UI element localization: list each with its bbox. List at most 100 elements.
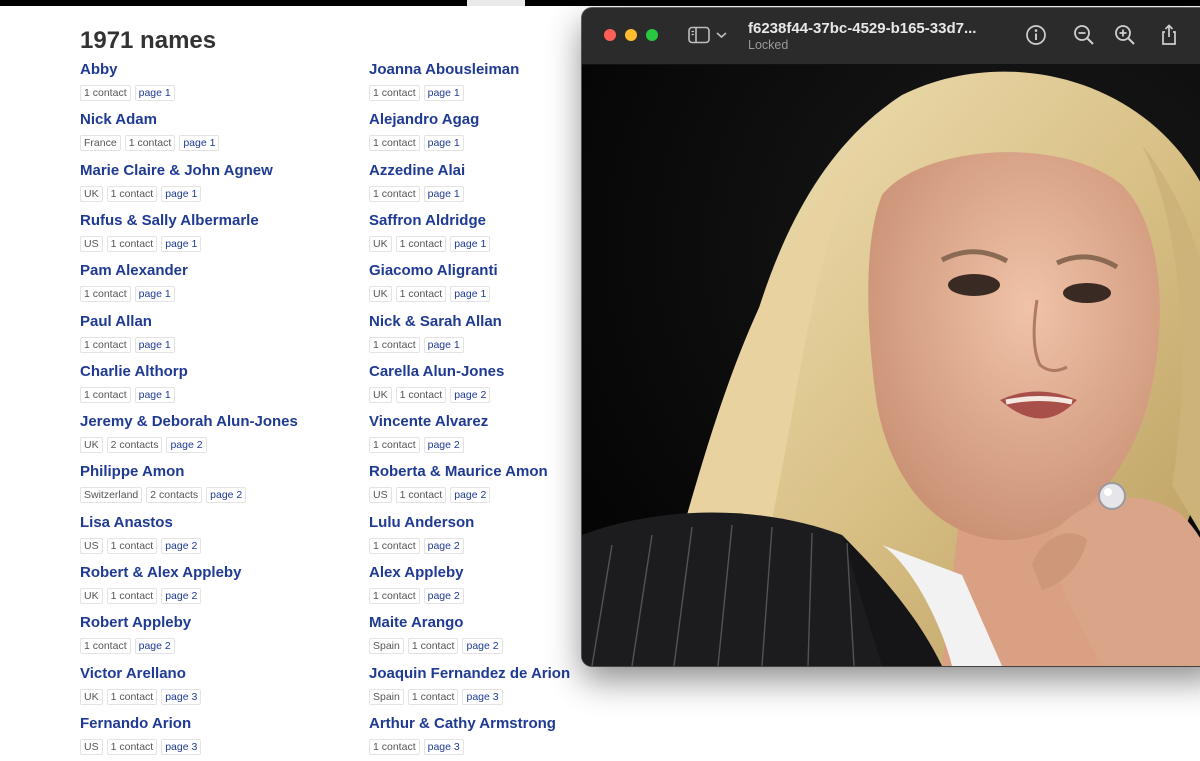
tag-row: UK 1 contact page 1 bbox=[369, 284, 498, 303]
list-item: Lulu Anderson 1 contact page 2 bbox=[369, 514, 474, 554]
list-item: Charlie Althorp 1 contact page 1 bbox=[80, 363, 188, 403]
contact-count-tag: 1 contact bbox=[80, 85, 131, 101]
contact-name-link[interactable]: Abby bbox=[80, 61, 179, 79]
page-tag[interactable]: page 2 bbox=[423, 588, 464, 604]
contact-count-tag: 1 contact bbox=[395, 286, 447, 303]
page-tag[interactable]: page 3 bbox=[161, 738, 202, 755]
contact-name-link[interactable]: Roberta & Maurice Amon bbox=[369, 463, 548, 481]
preview-window[interactable]: f6238f44-37bc-4529-b165-33d7... Locked bbox=[582, 8, 1200, 666]
list-item: Saffron Aldridge UK 1 contact page 1 bbox=[369, 212, 494, 252]
page-tag[interactable]: page 2 bbox=[462, 638, 503, 655]
page-tag[interactable]: page 1 bbox=[134, 386, 175, 403]
contact-name-link[interactable]: Lulu Anderson bbox=[369, 514, 474, 532]
contact-name-link[interactable]: Carella Alun-Jones bbox=[369, 363, 504, 381]
zoom-out-icon[interactable] bbox=[1072, 23, 1096, 47]
contact-name-link[interactable]: Pam Alexander bbox=[80, 262, 188, 280]
document-title[interactable]: f6238f44-37bc-4529-b165-33d7... bbox=[748, 20, 1008, 37]
contact-name-link[interactable]: Alex Appleby bbox=[369, 564, 468, 582]
contact-name-link[interactable]: Robert Appleby bbox=[80, 614, 191, 632]
contact-count-tag: 1 contact bbox=[395, 235, 447, 252]
preview-titlebar[interactable]: f6238f44-37bc-4529-b165-33d7... Locked bbox=[582, 8, 1200, 65]
contact-name-link[interactable]: Victor Arellano bbox=[80, 665, 205, 683]
list-item: Abby 1 contact page 1 bbox=[80, 61, 179, 101]
page-tag[interactable]: page 1 bbox=[423, 135, 464, 152]
contact-name-link[interactable]: Alejandro Agag bbox=[369, 111, 479, 129]
close-window-button[interactable] bbox=[604, 29, 616, 41]
tag-row: 1 contact page 1 bbox=[80, 83, 179, 101]
contact-name-link[interactable]: Nick Adam bbox=[80, 111, 223, 129]
contact-count-tag: 1 contact bbox=[369, 85, 420, 101]
page-tag[interactable]: page 2 bbox=[161, 537, 202, 554]
maximize-window-button[interactable] bbox=[646, 29, 658, 41]
page-tag[interactable]: page 1 bbox=[450, 235, 491, 252]
sidebar-toggle-button[interactable] bbox=[688, 24, 734, 46]
page-tag[interactable]: page 1 bbox=[423, 336, 464, 353]
page-tag[interactable]: page 2 bbox=[166, 437, 207, 454]
list-item: Nick & Sarah Allan 1 contact page 1 bbox=[369, 313, 502, 353]
contact-name-link[interactable]: Maite Arango bbox=[369, 614, 507, 632]
contact-name-link[interactable]: Jeremy & Deborah Alun-Jones bbox=[80, 413, 298, 431]
page-tag[interactable]: page 2 bbox=[423, 437, 464, 454]
tag-row: UK 2 contacts page 2 bbox=[80, 435, 298, 454]
contact-name-link[interactable]: Nick & Sarah Allan bbox=[369, 313, 502, 331]
tag-row: 1 contact page 2 bbox=[369, 586, 468, 604]
contact-name-link[interactable]: Lisa Anastos bbox=[80, 514, 205, 532]
info-icon[interactable] bbox=[1024, 23, 1048, 47]
chevron-down-icon bbox=[716, 31, 727, 39]
list-item: Rufus & Sally Albermarle US 1 contact page … bbox=[80, 212, 259, 252]
contact-count-tag: 1 contact bbox=[124, 135, 176, 152]
contact-name-link[interactable]: Robert & Alex Appleby bbox=[80, 564, 241, 582]
contact-name-link[interactable]: Giacomo Aligranti bbox=[369, 262, 498, 280]
contact-name-link[interactable]: Saffron Aldridge bbox=[369, 212, 494, 230]
list-item: Robert & Alex Appleby UK 1 contact page 2 bbox=[80, 564, 241, 604]
tag-row: US 1 contact page 2 bbox=[80, 536, 205, 554]
page-tag[interactable]: page 1 bbox=[134, 85, 175, 101]
list-item: Joanna Abousleiman 1 contact page 1 bbox=[369, 61, 519, 101]
contact-name-link[interactable]: Paul Allan bbox=[80, 313, 179, 331]
contact-name-link[interactable]: Arthur & Cathy Armstrong bbox=[369, 715, 556, 733]
contact-count-tag: 1 contact bbox=[369, 537, 420, 554]
contact-count-tag: 2 contacts bbox=[106, 437, 163, 454]
page-tag[interactable]: page 1 bbox=[134, 336, 175, 353]
contact-count-tag: 1 contact bbox=[80, 638, 131, 655]
page-tag[interactable]: page 3 bbox=[161, 688, 202, 705]
list-item: Fernando Arion US 1 contact page 3 bbox=[80, 715, 205, 755]
page-tag[interactable]: page 2 bbox=[161, 588, 202, 604]
contact-name-link[interactable]: Rufus & Sally Albermarle bbox=[80, 212, 259, 230]
page-tag[interactable]: page 1 bbox=[179, 135, 220, 152]
country-tag: France bbox=[80, 135, 121, 152]
list-item: Victor Arellano UK 1 contact page 3 bbox=[80, 665, 205, 705]
country-tag: Spain bbox=[369, 638, 404, 655]
list-item: Carella Alun-Jones UK 1 contact page 2 bbox=[369, 363, 504, 403]
page-tag[interactable]: page 2 bbox=[134, 638, 175, 655]
page-tag[interactable]: page 2 bbox=[450, 487, 491, 504]
tag-row: 1 contact page 1 bbox=[369, 133, 479, 152]
contact-name-link[interactable]: Marie Claire & John Agnew bbox=[80, 162, 273, 180]
page-tag[interactable]: page 3 bbox=[423, 738, 464, 755]
zoom-in-icon[interactable] bbox=[1113, 23, 1137, 47]
list-item: Lisa Anastos US 1 contact page 2 bbox=[80, 514, 205, 554]
page-tag[interactable]: page 2 bbox=[423, 537, 464, 554]
minimize-window-button[interactable] bbox=[625, 29, 637, 41]
page-tag[interactable]: page 1 bbox=[423, 85, 464, 101]
country-tag: UK bbox=[369, 286, 392, 303]
page-tag[interactable]: page 1 bbox=[161, 235, 202, 252]
contact-name-link[interactable]: Joanna Abousleiman bbox=[369, 61, 519, 79]
page-tag[interactable]: page 3 bbox=[462, 688, 503, 705]
list-item: Azzedine Alai 1 contact page 1 bbox=[369, 162, 468, 202]
tag-row: 1 contact page 2 bbox=[369, 435, 488, 454]
contact-name-link[interactable]: Fernando Arion bbox=[80, 715, 205, 733]
page-tag[interactable]: page 1 bbox=[134, 286, 175, 303]
contact-name-link[interactable]: Azzedine Alai bbox=[369, 162, 468, 180]
page-tag[interactable]: page 1 bbox=[450, 286, 491, 303]
list-item: Roberta & Maurice Amon US 1 contact page 2 bbox=[369, 463, 548, 504]
contact-name-link[interactable]: Joaquin Fernandez de Arion bbox=[369, 665, 570, 683]
contact-name-link[interactable]: Charlie Althorp bbox=[80, 363, 188, 381]
contact-name-link[interactable]: Philippe Amon bbox=[80, 463, 250, 481]
contact-name-link[interactable]: Vincente Alvarez bbox=[369, 413, 488, 431]
page-tag[interactable]: page 1 bbox=[161, 185, 202, 202]
share-icon[interactable] bbox=[1157, 23, 1181, 47]
page-tag[interactable]: page 1 bbox=[423, 185, 464, 202]
page-tag[interactable]: page 2 bbox=[206, 487, 247, 504]
page-tag[interactable]: page 2 bbox=[450, 386, 491, 403]
